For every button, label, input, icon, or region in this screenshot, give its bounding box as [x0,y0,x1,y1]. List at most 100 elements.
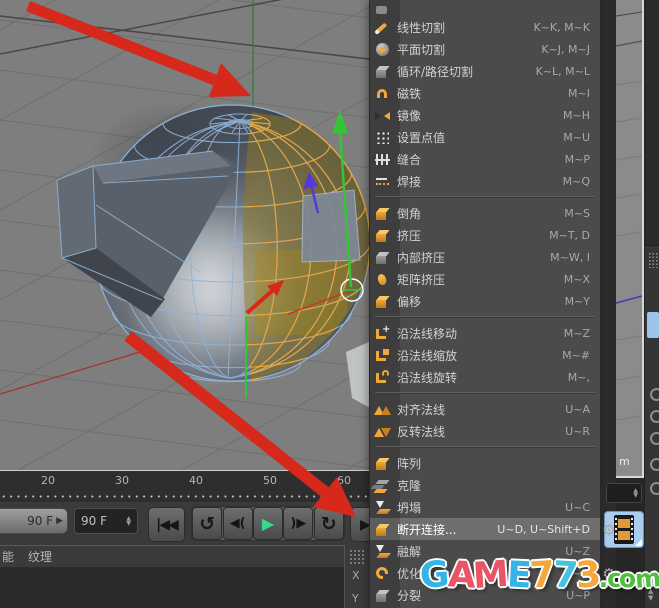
right-edge-spacer [646,0,659,245]
menu-item-partial[interactable] [370,0,600,16]
mirror-icon [374,107,391,124]
menu-item-melt[interactable]: 融解 U~Z [370,540,600,562]
coord-x-label: X [352,569,360,582]
menu-separator [370,442,600,452]
ruler-frame-label: 30 [115,474,129,487]
menu-item-split[interactable]: 分裂 U~P [370,584,600,606]
menu-item-knife[interactable]: 线性切割 K~K, M~K [370,16,600,38]
menu-separator [370,388,600,398]
value-spinner[interactable]: ▲ ▼ [606,483,642,503]
dock-spinner[interactable]: ▲ ▼ [648,588,653,602]
panel-grip-icon[interactable] [349,549,366,564]
menu-item-normal-move[interactable]: 沿法线移动 M~Z [370,322,600,344]
bevel-icon [374,205,391,222]
side-viewport[interactable]: m [615,0,644,478]
dock-ring-icon[interactable] [650,410,659,423]
menu-item-shortcut: U~Z [565,544,590,558]
go-to-start-button[interactable]: |◀◀ [148,507,185,542]
menu-item-shortcut: M~# [562,348,590,362]
menu-item-offset[interactable]: 偏移 M~Y [370,290,600,312]
panel-grip-icon[interactable] [648,252,658,268]
tab-function[interactable]: 能 [2,548,14,565]
dock-button[interactable] [647,312,659,338]
right-dock-panel: ▲ ▼ [644,245,659,608]
materials-panel-header: 能 纹理 [0,545,370,567]
menu-item-label: 磁铁 [397,86,422,101]
menu-item-label: 倒角 [397,206,422,221]
end-frame-field[interactable]: 90 F ▲ ▼ [74,508,138,534]
menu-item-label: 阵列 [397,456,422,471]
previous-key-button[interactable]: ↺ [192,507,223,540]
knife-icon [374,19,391,36]
menu-item-label: 反转法线 [397,424,446,439]
clone-icon [374,477,391,494]
menu-item-normal-scale[interactable]: 沿法线缩放 M~# [370,344,600,366]
ruler-frame-label: 20 [41,474,55,487]
menu-item-disconnect[interactable]: 断开连接... U~D, U~Shift+D [370,518,600,540]
menu-item-shortcut: M~W, I [550,250,590,264]
side-viewport-lines [615,11,643,421]
frame-field-spinner[interactable]: ▲ ▼ [126,516,131,527]
unselected-polygon[interactable] [301,189,361,263]
menu-item-shortcut: K~L, M~L [535,64,590,78]
menu-item-mirror[interactable]: 镜像 M~H [370,104,600,126]
menu-item-normal-rotate[interactable]: 沿法线旋转 M~, [370,366,600,388]
menu-item-matrix-extrude[interactable]: 矩阵挤压 M~X [370,268,600,290]
matrix-extrude-icon [374,271,391,288]
menu-item-label: 缝合 [397,152,422,167]
menu-item-optimize[interactable]: 优化... U~O [370,562,600,584]
menu-item-shortcut: K~K, M~K [533,20,590,34]
menu-item-loop-cut[interactable]: 循环/路径切割 K~L, M~L [370,60,600,82]
menu-item-shortcut: M~I [568,86,590,100]
menu-item-shortcut: U~R [565,424,590,438]
menu-item-magnet[interactable]: 磁铁 M~I [370,82,600,104]
dock-ring-icon[interactable] [650,432,659,445]
offset-icon [374,293,391,310]
menu-item-shortcut: M~U [563,130,590,144]
menu-item-extrude[interactable]: 挤压 M~T, D [370,224,600,246]
menu-item-bevel[interactable]: 倒角 M~S [370,202,600,224]
menu-item-inner-extrude[interactable]: 内部挤压 M~W, I [370,246,600,268]
align-normals-icon [374,401,391,418]
play-button[interactable]: ▶ [252,507,283,540]
dock-ring-icon[interactable] [650,458,659,471]
menu-item-plane-cut[interactable]: 平面切割 K~J, M~J [370,38,600,60]
dock-ring-icon[interactable] [650,388,659,401]
unit-label: m [619,455,630,468]
tool-options-gear-icon[interactable]: ⚙ [600,521,618,539]
tool-options-gear-icon[interactable]: ⚙ [600,565,618,583]
menu-item-label: 断开连接... [397,522,457,537]
menu-item-shortcut: M~P [564,152,590,166]
materials-panel: 能 纹理 [0,545,370,608]
menu-separator [370,312,600,322]
menu-item-clone[interactable]: 克隆 [370,474,600,496]
tab-texture[interactable]: 纹理 [28,548,52,565]
menu-item-set-point-value[interactable]: 设置点值 M~U [370,126,600,148]
optimize-icon [374,565,391,582]
stitch-icon [374,151,391,168]
menu-item-stitch[interactable]: 缝合 M~P [370,148,600,170]
menu-item-align-normals[interactable]: 对齐法线 U~A [370,398,600,420]
context-menu: 线性切割 K~K, M~K 平面切割 K~J, M~J 循环/路径切割 K~L, M~L 磁… [369,0,601,608]
dock-ring-icon[interactable] [650,482,659,495]
menu-item-collapse[interactable]: 坍塌 U~C [370,496,600,518]
menu-item-shortcut: U~P [566,588,590,602]
previous-frame-button[interactable]: ◀( [222,507,253,540]
menu-item-label: 融解 [397,544,422,559]
menu-item-label: 挤压 [397,228,422,243]
menu-item-shortcut: M~S [564,206,590,220]
next-key-button[interactable]: ↻ [313,507,344,540]
playback-button-group: ↺ ◀( ▶ )▶ ↻ [191,506,345,541]
normal-rotate-icon [374,369,391,386]
inner-extrude-icon [374,249,391,266]
menu-item-reverse-normals[interactable]: 反转法线 U~R [370,420,600,442]
menu-item-label: 分裂 [397,588,422,603]
next-frame-button[interactable]: )▶ [283,507,314,540]
timeline-scrollbar[interactable]: 90 F ▶ [0,508,68,534]
menu-item-array[interactable]: 阵列 [370,452,600,474]
menu-item-shortcut: U~A [565,402,590,416]
menu-item-shortcut: M~Q [562,174,590,188]
menu-item-label: 平面切割 [397,42,446,57]
corner-fold [635,539,642,546]
menu-item-weld[interactable]: 焊接 M~Q [370,170,600,192]
